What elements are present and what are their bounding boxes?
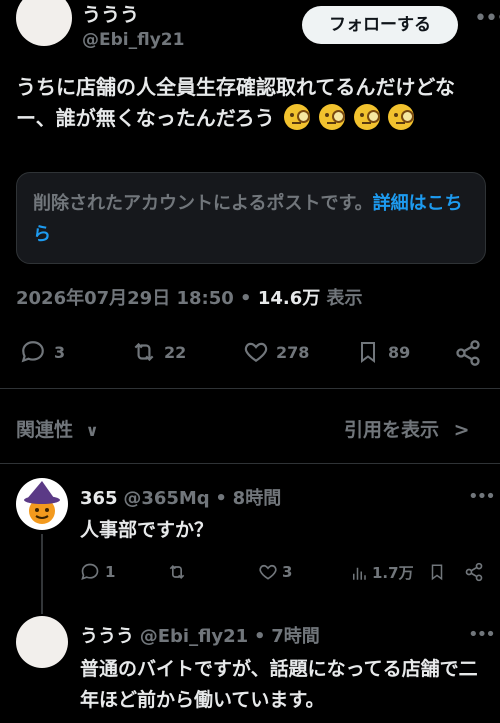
reply-separator: • (215, 488, 227, 509)
sort-relevance-dropdown[interactable]: 関連性 ∨ (16, 415, 99, 442)
witch-pumpkin-avatar-icon (24, 481, 60, 524)
reply-author-name[interactable]: 365 (80, 488, 118, 509)
meta-separator: • (240, 288, 252, 309)
post-meta: 2026年07月29日 18:50 • 14.6万 表示 (16, 284, 363, 310)
reply-views-button[interactable]: 1.7万 (350, 562, 414, 583)
heart-icon (244, 342, 268, 362)
thread-line (41, 534, 43, 614)
reply-button[interactable]: 3 (20, 339, 65, 365)
views-bar-chart-icon (353, 567, 366, 580)
reply-repost-button[interactable] (166, 562, 188, 582)
reply-reply-button[interactable]: 1 (80, 562, 115, 582)
repost-count: 22 (164, 342, 187, 362)
deleted-notice-text: 削除されたアカウントによるポストです。 (33, 193, 373, 214)
bookmark-button[interactable]: 89 (356, 339, 410, 365)
share-icon (456, 340, 480, 366)
author-handle[interactable]: @Ebi_fly21 (82, 30, 184, 50)
monocle-emoji-icon (283, 104, 310, 130)
reply-avatar-365[interactable] (16, 478, 68, 530)
reply-view-count: 1.7万 (372, 564, 414, 582)
reply-author-name[interactable]: ううう (80, 626, 134, 647)
bookmark-icon (361, 342, 375, 363)
reply-like-button[interactable]: 3 (258, 562, 292, 582)
views-label: 表示 (326, 288, 363, 309)
reply-author-handle[interactable]: @Ebi_fly21 (140, 626, 248, 647)
bookmark-count: 89 (388, 342, 411, 362)
like-button[interactable]: 278 (242, 339, 309, 365)
repost-button[interactable]: 22 (130, 339, 186, 365)
heart-icon (259, 564, 277, 580)
reply-text: 人事部ですか？ (80, 519, 214, 541)
monocle-emoji-icon (353, 104, 380, 130)
post-datetime[interactable]: 2026年07月29日 18:50 (16, 288, 234, 309)
reply-reply-count: 1 (105, 563, 116, 581)
divider (0, 463, 500, 464)
quotes-label: 引用を表示 (344, 419, 440, 441)
reply-bookmark-button[interactable] (428, 562, 446, 582)
reply-header: 365 @365Mq • 8時間 (80, 484, 281, 510)
deleted-post-notice: 削除されたアカウントによるポストです。詳細はこちら (16, 172, 486, 264)
repost-icon (169, 564, 185, 580)
chevron-right-icon: > (453, 419, 470, 441)
post-text: うちに店舗の人全員生存確認取れてるんだけどなー、誰が無くなったんだろう (16, 72, 486, 134)
reply-author-handle[interactable]: @365Mq (123, 488, 209, 509)
reply-icon (21, 341, 44, 363)
reply-count: 3 (54, 342, 66, 362)
author-name[interactable]: ううう (82, 0, 139, 27)
reply-time[interactable]: 7時間 (271, 626, 320, 647)
reply-share-button[interactable] (464, 562, 484, 582)
reply-more-options-icon[interactable]: ••• (468, 486, 496, 507)
relevance-label: 関連性 (16, 419, 74, 441)
monocle-emoji-icon (318, 104, 345, 130)
follow-button[interactable]: フォローする (302, 6, 458, 44)
reply-more-options-icon[interactable]: ••• (468, 624, 496, 645)
more-options-icon[interactable]: ••• (474, 6, 500, 31)
share-button[interactable] (454, 339, 482, 367)
reply-text: 普通のバイトですが、話題になってる店舗で二年ほど前から働いています。 (80, 658, 478, 711)
repost-icon (134, 342, 154, 362)
author-avatar[interactable] (16, 0, 72, 46)
reply-avatar-ebi[interactable] (16, 616, 68, 668)
chevron-down-icon: ∨ (85, 421, 99, 440)
view-count: 14.6万 (257, 288, 321, 309)
monocle-emoji-icon (388, 104, 415, 130)
like-count: 278 (276, 342, 310, 362)
reply-icon (81, 563, 99, 581)
reply-separator: • (253, 626, 266, 647)
reply-like-count: 3 (282, 563, 293, 581)
reply-header: ううう @Ebi_fly21 • 7時間 (80, 622, 320, 648)
bookmark-icon (431, 564, 443, 581)
share-icon (465, 562, 483, 582)
divider (0, 388, 500, 389)
reply-time[interactable]: 8時間 (233, 488, 282, 509)
view-quotes-link[interactable]: 引用を表示 > (344, 415, 470, 442)
